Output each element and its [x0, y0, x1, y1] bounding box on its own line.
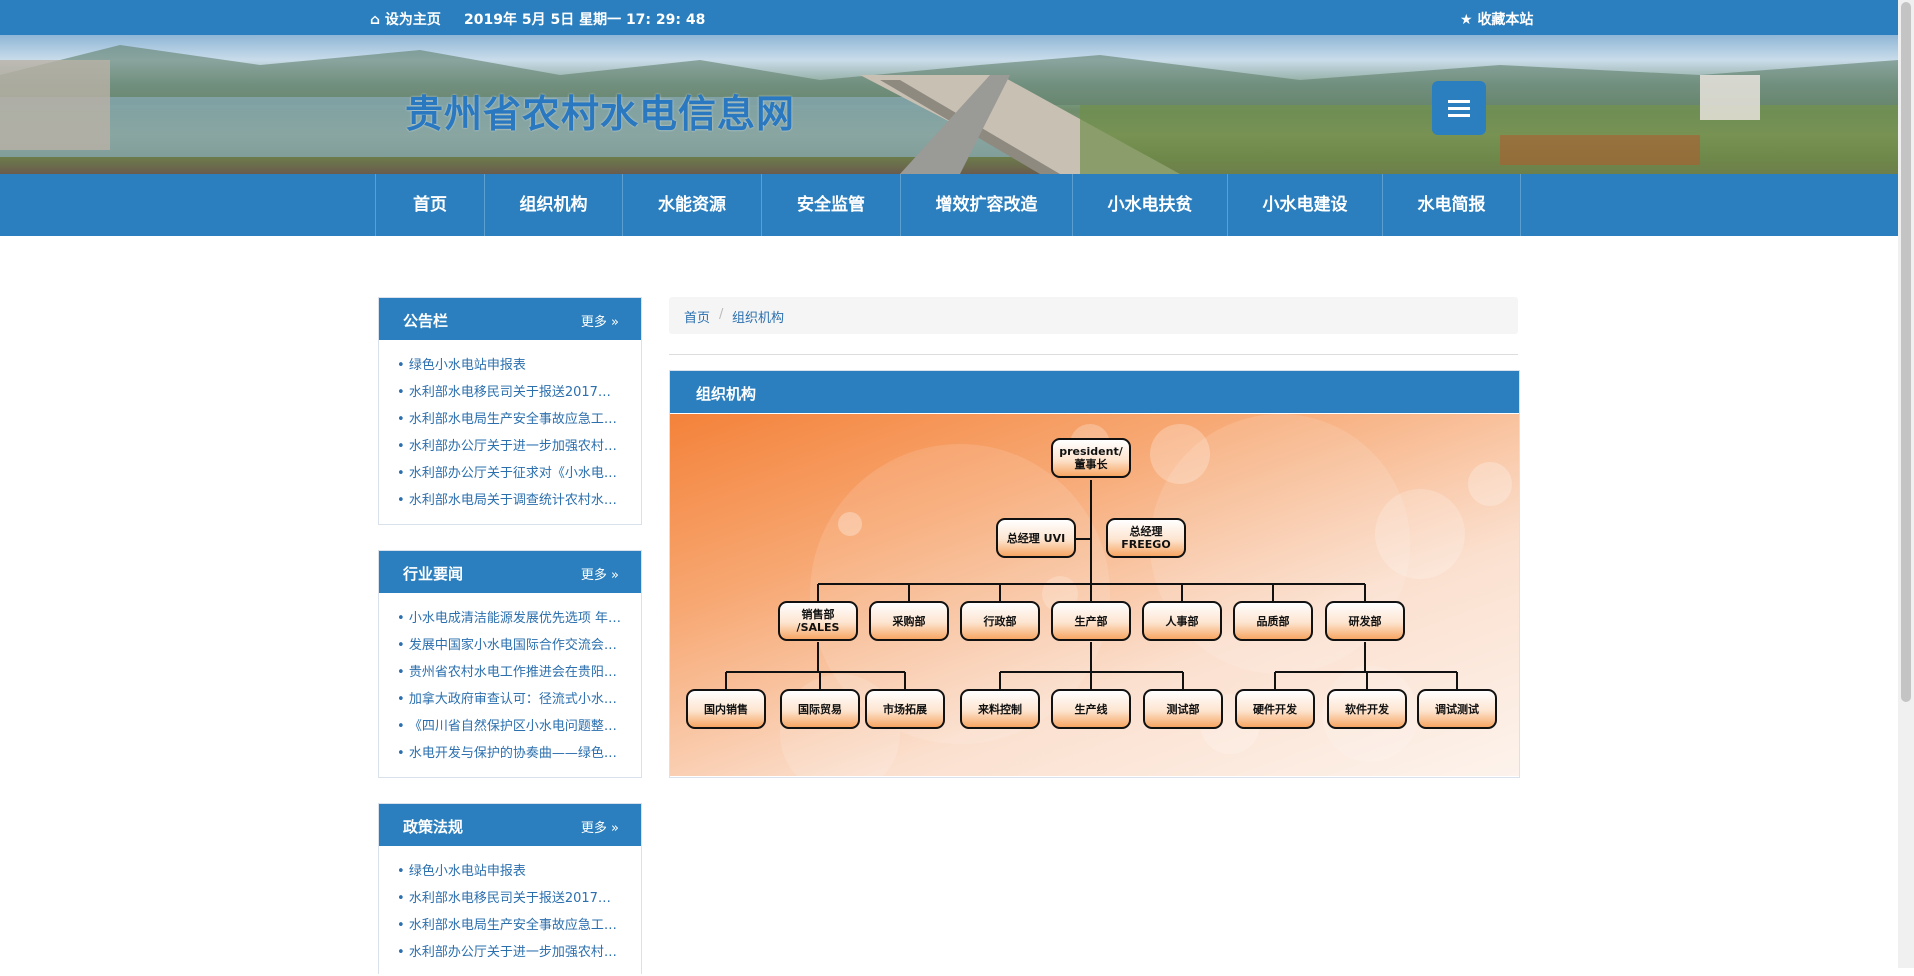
org-box-purchasing: 采购部 [869, 601, 949, 641]
more-link[interactable]: 更多 » [581, 564, 619, 583]
nav-safety[interactable]: 安全监管 [762, 174, 901, 236]
panel-title: 公告栏 [403, 312, 449, 330]
list-item[interactable]: • 水利部办公厅关于进一步加强农村… [397, 433, 623, 460]
landscape-illustration [0, 45, 1898, 174]
set-homepage-link[interactable]: ⌂ 设为主页 [370, 9, 441, 29]
more-link[interactable]: 更多 » [581, 817, 619, 836]
breadcrumb-current[interactable]: 组织机构 [732, 307, 784, 326]
org-box-hardware: 硬件开发 [1235, 689, 1315, 729]
menu-toggle-button[interactable] [1432, 81, 1486, 135]
top-bar: ⌂ 设为主页 2019年 5月 5日 星期一 17: 29: 48 ★ 收藏本站 [0, 0, 1898, 35]
star-icon: ★ [1460, 12, 1478, 28]
breadcrumb-separator: / [719, 307, 724, 322]
org-box-production: 生产部 [1051, 601, 1131, 641]
org-box-software: 软件开发 [1327, 689, 1407, 729]
list-item[interactable]: • 绿色小水电站申报表 [397, 858, 623, 885]
nav-home[interactable]: 首页 [376, 174, 485, 236]
bookmark-site-link[interactable]: ★ 收藏本站 [1460, 9, 1533, 29]
nav-bulletin[interactable]: 水电简报 [1383, 174, 1521, 236]
divider [669, 354, 1518, 355]
nav-upgrade[interactable]: 增效扩容改造 [901, 174, 1073, 236]
scrollbar[interactable] [1898, 0, 1914, 968]
policy-panel: 政策法规 更多 » • 绿色小水电站申报表 • 水利部水电移民司关于报送2017年… [378, 803, 642, 974]
list-item[interactable]: • 发展中国家小水电国际合作交流会… [397, 632, 623, 659]
nav-poverty[interactable]: 小水电扶贫 [1073, 174, 1228, 236]
org-box-admin: 行政部 [960, 601, 1040, 641]
list-item[interactable]: • 水利部水电局关于调查统计农村水… [397, 487, 623, 514]
list-item[interactable]: • 水利部办公厅关于进一步加强农村… [397, 939, 623, 966]
org-box-quality: 品质部 [1233, 601, 1313, 641]
main-nav: 首页 组织机构 水能资源 安全监管 增效扩容改造 小水电扶贫 小水电建设 水电简… [0, 174, 1898, 236]
content-panel: 组织机构 president/ 董事长 总经理 UVI 总经理 FREEGO 销… [669, 370, 1520, 778]
org-box-debug-test: 调试测试 [1417, 689, 1497, 729]
org-box-sales: 销售部 /SALES [778, 601, 858, 641]
notice-panel: 公告栏 更多 » • 绿色小水电站申报表 • 水利部水电移民司关于报送2017年…… [378, 297, 642, 525]
list-item[interactable]: • 水利部水电移民司关于报送2017年… [397, 885, 623, 912]
header-banner: 贵州省农村水电信息网 [0, 35, 1898, 174]
list-item[interactable]: • 水利部水电移民司关于报送2017年… [397, 379, 623, 406]
org-box-market-expansion: 市场拓展 [865, 689, 945, 729]
more-link[interactable]: 更多 » [581, 311, 619, 330]
list-item[interactable]: • 水利部水电局生产安全事故应急工… [397, 912, 623, 939]
org-box-gm-freego: 总经理 FREEGO [1106, 518, 1186, 558]
list-item[interactable]: • 水利部水电局生产安全事故应急工… [397, 406, 623, 433]
list-item[interactable]: • 绿色小水电站申报表 [397, 352, 623, 379]
org-box-production-line: 生产线 [1051, 689, 1131, 729]
hamburger-icon [1448, 106, 1470, 110]
list-item[interactable]: • 水电开发与保护的协奏曲——绿色… [397, 740, 623, 767]
list-item[interactable]: • 小水电成清洁能源发展优先选项 年… [397, 605, 623, 632]
content-title: 组织机构 [696, 385, 757, 403]
nav-water-resources[interactable]: 水能资源 [623, 174, 762, 236]
list-item[interactable]: • 贵州省农村水电工作推进会在贵阳… [397, 659, 623, 686]
scrollbar-thumb[interactable] [1901, 2, 1911, 702]
breadcrumb-home[interactable]: 首页 [684, 307, 710, 326]
panel-title: 政策法规 [403, 818, 464, 836]
list-item[interactable]: • 《四川省自然保护区小水电问题整… [397, 713, 623, 740]
org-box-rnd: 研发部 [1325, 601, 1405, 641]
org-box-incoming-control: 来料控制 [960, 689, 1040, 729]
org-box-gm-uvi: 总经理 UVI [996, 518, 1076, 558]
list-item[interactable]: • 加拿大政府审查认可：径流式小水… [397, 686, 623, 713]
current-date: 2019年 5月 5日 星期一 17: 29: 48 [464, 12, 706, 28]
industry-news-panel: 行业要闻 更多 » • 小水电成清洁能源发展优先选项 年… • 发展中国家小水电国… [378, 550, 642, 778]
site-title: 贵州省农村水电信息网 [405, 92, 796, 136]
org-box-domestic-sales: 国内销售 [686, 689, 766, 729]
org-box-president: president/ 董事长 [1051, 438, 1131, 478]
org-box-testing: 测试部 [1143, 689, 1223, 729]
breadcrumb: 首页 / 组织机构 [669, 297, 1518, 334]
home-icon: ⌂ [370, 12, 385, 28]
nav-organization[interactable]: 组织机构 [485, 174, 623, 236]
org-chart: president/ 董事长 总经理 UVI 总经理 FREEGO 销售部 /S… [670, 414, 1519, 776]
org-box-intl-trade: 国际贸易 [780, 689, 860, 729]
nav-construction[interactable]: 小水电建设 [1228, 174, 1383, 236]
list-item[interactable]: • 水利部办公厅关于征求对《小水电… [397, 460, 623, 487]
panel-title: 行业要闻 [403, 565, 464, 583]
org-box-hr: 人事部 [1142, 601, 1222, 641]
